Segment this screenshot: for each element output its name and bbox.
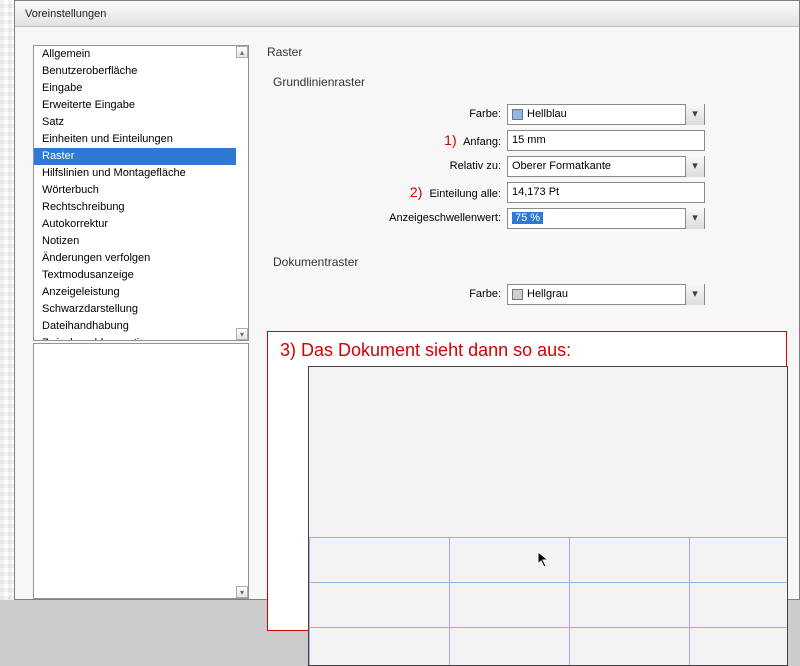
category-label: Schwarzdarstellung bbox=[42, 303, 138, 315]
category-item-autokorrektur[interactable]: Autokorrektur bbox=[34, 216, 236, 233]
grid-vertical bbox=[309, 537, 310, 665]
category-item-satz[interactable]: Satz bbox=[34, 114, 236, 131]
grid-vertical bbox=[449, 537, 450, 665]
category-item-notizen[interactable]: Notizen bbox=[34, 233, 236, 250]
category-list[interactable]: Allgemein Benutzeroberfläche Eingabe Erw… bbox=[33, 45, 249, 341]
category-item-allgemein[interactable]: Allgemein bbox=[34, 46, 236, 63]
select-value: Hellgrau bbox=[527, 288, 568, 300]
select-value-selected: 75 % bbox=[512, 212, 543, 224]
group-title-baseline: Grundlinienraster bbox=[273, 75, 799, 89]
label-text: Anfang: bbox=[463, 136, 501, 148]
group-baseline-grid: Grundlinienraster Farbe: Hellblau 1) Anf… bbox=[273, 75, 799, 231]
preview-page bbox=[308, 366, 788, 666]
scroll-up-icon[interactable]: ▴ bbox=[236, 46, 248, 58]
sidebar: Allgemein Benutzeroberfläche Eingabe Erw… bbox=[33, 45, 249, 599]
category-list-inner: Allgemein Benutzeroberfläche Eingabe Erw… bbox=[34, 46, 236, 340]
category-label: Eingabe bbox=[42, 82, 82, 94]
group-document-grid: Dokumentraster Farbe: Hellgrau bbox=[273, 255, 799, 307]
category-label: Zwischenablageoptionen bbox=[42, 337, 164, 340]
dialog-title: Voreinstellungen bbox=[25, 8, 106, 20]
panel-raster: Raster Grundlinienraster Farbe: Hellblau… bbox=[267, 45, 799, 599]
category-item-textmodus[interactable]: Textmodusanzeige bbox=[34, 267, 236, 284]
category-item-eingabe[interactable]: Eingabe bbox=[34, 80, 236, 97]
label-increment: 2) Einteilung alle: bbox=[273, 184, 507, 200]
label-start: 1) Anfang: bbox=[273, 132, 507, 148]
category-label: Einheiten und Einteilungen bbox=[42, 133, 173, 145]
category-label: Textmodusanzeige bbox=[42, 269, 134, 281]
category-item-raster[interactable]: Raster bbox=[34, 148, 236, 165]
category-label: Rechtschreibung bbox=[42, 201, 125, 213]
category-item-erweiterte-eingabe[interactable]: Erweiterte Eingabe bbox=[34, 97, 236, 114]
category-label: Anzeigeleistung bbox=[42, 286, 120, 298]
scroll-down-icon[interactable]: ▾ bbox=[236, 328, 248, 340]
color-swatch-icon bbox=[512, 289, 523, 300]
category-item-anzeigeleistung[interactable]: Anzeigeleistung bbox=[34, 284, 236, 301]
category-item-dateihandhabung[interactable]: Dateihandhabung bbox=[34, 318, 236, 335]
input-value: 15 mm bbox=[512, 134, 546, 146]
select-relative[interactable]: Oberer Formatkante bbox=[507, 156, 705, 177]
panel-title: Raster bbox=[267, 45, 799, 59]
label-text: Einteilung alle: bbox=[429, 188, 501, 200]
category-label: Erweiterte Eingabe bbox=[42, 99, 135, 111]
category-label: Autokorrektur bbox=[42, 218, 108, 230]
preferences-dialog: Voreinstellungen Allgemein Benutzeroberf… bbox=[14, 0, 800, 600]
annotation-1: 1) bbox=[444, 132, 456, 148]
grid-vertical bbox=[689, 537, 690, 665]
category-item-woerterbuch[interactable]: Wörterbuch bbox=[34, 182, 236, 199]
category-label: Notizen bbox=[42, 235, 79, 247]
baseline-line bbox=[309, 627, 787, 628]
annotation-2: 2) bbox=[410, 184, 422, 200]
category-item-ui[interactable]: Benutzeroberfläche bbox=[34, 63, 236, 80]
category-label: Wörterbuch bbox=[42, 184, 99, 196]
input-value: 14,173 Pt bbox=[512, 186, 559, 198]
category-label: Satz bbox=[42, 116, 64, 128]
select-value: Hellblau bbox=[527, 108, 567, 120]
annotation-3: 3) Das Dokument sieht dann so aus: bbox=[280, 340, 571, 361]
category-item-zwischenablage[interactable]: Zwischenablageoptionen bbox=[34, 335, 236, 340]
category-label: Änderungen verfolgen bbox=[42, 252, 150, 264]
category-label: Hilfslinien und Montagefläche bbox=[42, 167, 186, 179]
category-item-einheiten[interactable]: Einheiten und Einteilungen bbox=[34, 131, 236, 148]
preview-box: ▾ bbox=[33, 343, 249, 599]
input-increment[interactable]: 14,173 Pt bbox=[507, 182, 705, 203]
dialog-body: Allgemein Benutzeroberfläche Eingabe Erw… bbox=[15, 27, 799, 599]
baseline-line bbox=[309, 582, 787, 583]
category-item-hilfslinien[interactable]: Hilfslinien und Montagefläche bbox=[34, 165, 236, 182]
color-swatch-icon bbox=[512, 109, 523, 120]
select-baseline-color[interactable]: Hellblau bbox=[507, 104, 705, 125]
group-title-docgrid: Dokumentraster bbox=[273, 255, 799, 269]
preview-outer-frame: 3) Das Dokument sieht dann so aus: bbox=[267, 331, 787, 631]
label-threshold: Anzeigeschwellenwert: bbox=[273, 212, 507, 224]
select-value: Oberer Formatkante bbox=[512, 160, 611, 172]
category-label: Dateihandhabung bbox=[42, 320, 129, 332]
grid-vertical bbox=[569, 537, 570, 665]
label-relative: Relativ zu: bbox=[273, 160, 507, 172]
label-color: Farbe: bbox=[273, 108, 507, 120]
scroll-down-icon[interactable]: ▾ bbox=[236, 586, 248, 598]
category-label: Allgemein bbox=[42, 48, 90, 60]
category-label: Raster bbox=[42, 150, 74, 162]
select-docgrid-color[interactable]: Hellgrau bbox=[507, 284, 705, 305]
category-item-rechtschreibung[interactable]: Rechtschreibung bbox=[34, 199, 236, 216]
baseline-line bbox=[309, 537, 787, 538]
label-docgrid-color: Farbe: bbox=[273, 288, 507, 300]
category-item-aenderungen[interactable]: Änderungen verfolgen bbox=[34, 250, 236, 267]
category-label: Benutzeroberfläche bbox=[42, 65, 137, 77]
input-start[interactable]: 15 mm bbox=[507, 130, 705, 151]
dialog-titlebar[interactable]: Voreinstellungen bbox=[15, 1, 799, 27]
select-threshold[interactable]: 75 % bbox=[507, 208, 705, 229]
cursor-icon bbox=[537, 551, 551, 574]
category-item-schwarzdarstellung[interactable]: Schwarzdarstellung bbox=[34, 301, 236, 318]
